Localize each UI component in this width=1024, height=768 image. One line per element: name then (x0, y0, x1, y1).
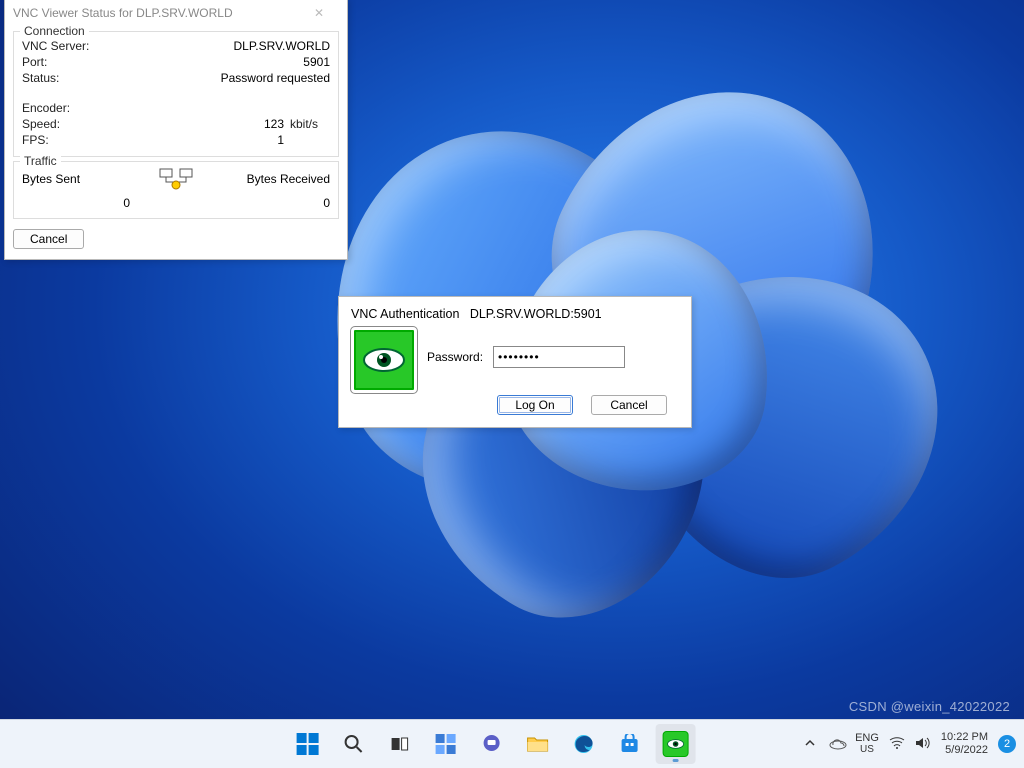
status-value: Password requested (221, 71, 330, 85)
auth-host: DLP.SRV.WORLD:5901 (470, 307, 602, 321)
chevron-up-icon[interactable] (803, 736, 819, 752)
logon-button[interactable]: Log On (497, 395, 573, 415)
titlebar[interactable]: VNC Viewer Status for DLP.SRV.WORLD ✕ (5, 0, 347, 27)
speed-unit: kbit/s (290, 117, 330, 131)
wifi-icon[interactable] (889, 736, 905, 752)
traffic-legend: Traffic (20, 154, 61, 168)
vnc-eye-icon (351, 327, 411, 387)
vnc-status-window: VNC Viewer Status for DLP.SRV.WORLD ✕ Co… (4, 0, 348, 260)
keyboard-layout: US (855, 744, 879, 756)
clock-time: 10:22 PM (941, 731, 988, 744)
password-input[interactable] (493, 346, 625, 368)
auth-cancel-button[interactable]: Cancel (591, 395, 667, 415)
notification-badge[interactable]: 2 (998, 735, 1016, 753)
encoder-label: Encoder: (22, 101, 70, 115)
onedrive-icon[interactable] (829, 736, 845, 752)
network-icon (146, 168, 206, 190)
language-indicator[interactable]: ENG US (855, 732, 879, 756)
edge-icon[interactable] (564, 724, 604, 764)
speed-label: Speed: (22, 117, 60, 131)
clock[interactable]: 10:22 PM 5/9/2022 (941, 731, 988, 757)
bytes-recv-label: Bytes Received (206, 172, 330, 186)
clock-date: 5/9/2022 (941, 744, 988, 757)
watermark: CSDN @weixin_42022022 (849, 699, 1010, 714)
search-icon[interactable] (334, 724, 374, 764)
fps-value: 1 (277, 133, 284, 147)
vnc-taskbar-icon[interactable] (656, 724, 696, 764)
window-title: VNC Viewer Status for DLP.SRV.WORLD (13, 6, 233, 20)
server-label: VNC Server: (22, 39, 89, 53)
chat-icon[interactable] (472, 724, 512, 764)
port-label: Port: (22, 55, 47, 69)
password-label: Password: (427, 350, 483, 364)
bytes-recv-value: 0 (206, 196, 330, 210)
language-code: ENG (855, 732, 879, 744)
speed-value: 123 (264, 117, 284, 131)
task-view-icon[interactable] (380, 724, 420, 764)
fps-label: FPS: (22, 133, 49, 147)
traffic-group: Traffic Bytes Sent Bytes Received 0 0 (13, 161, 339, 219)
widgets-icon[interactable] (426, 724, 466, 764)
port-value: 5901 (303, 55, 330, 69)
auth-title-prefix: VNC Authentication (351, 307, 459, 321)
status-label: Status: (22, 71, 59, 85)
bytes-sent-label: Bytes Sent (22, 172, 146, 186)
notif-count: 2 (1004, 738, 1010, 750)
start-button[interactable] (288, 724, 328, 764)
cancel-button[interactable]: Cancel (13, 229, 84, 249)
server-value: DLP.SRV.WORLD (234, 39, 331, 53)
connection-group: Connection VNC Server:DLP.SRV.WORLD Port… (13, 31, 339, 157)
volume-icon[interactable] (915, 736, 931, 752)
close-icon[interactable]: ✕ (299, 2, 339, 24)
bytes-sent-value: 0 (22, 196, 146, 210)
vnc-auth-dialog: VNC Authentication DLP.SRV.WORLD:5901 Pa… (338, 296, 692, 428)
connection-legend: Connection (20, 24, 89, 38)
taskbar: ENG US 10:22 PM 5/9/2022 2 (0, 719, 1024, 768)
file-explorer-icon[interactable] (518, 724, 558, 764)
store-icon[interactable] (610, 724, 650, 764)
